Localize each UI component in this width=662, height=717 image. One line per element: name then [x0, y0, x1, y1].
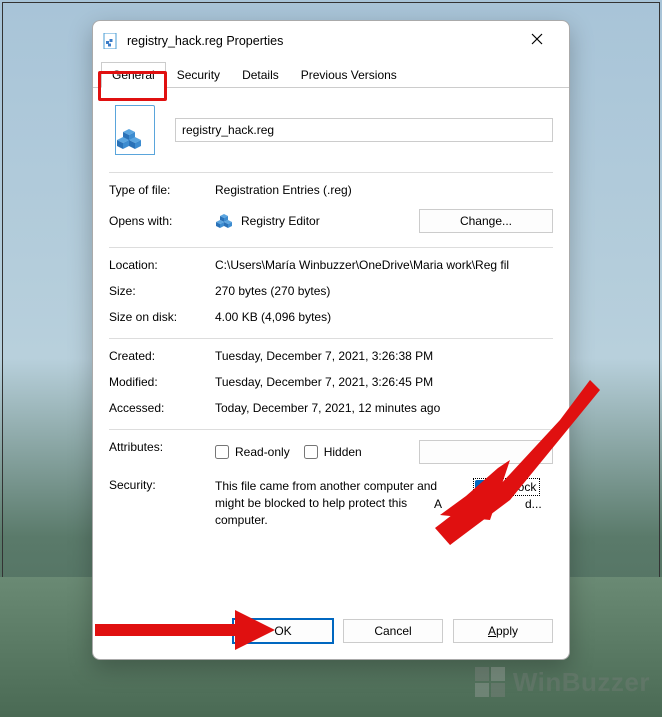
location-label: Location:: [109, 258, 209, 272]
security-text: This file came from another computer and…: [215, 478, 445, 528]
location-value: C:\Users\María Winbuzzer\OneDrive\Maria …: [215, 258, 553, 272]
watermark: WinBuzzer: [473, 665, 650, 699]
size-on-disk-value: 4.00 KB (4,096 bytes): [215, 310, 553, 324]
size-label: Size:: [109, 284, 209, 298]
accessed-value: Today, December 7, 2021, 12 minutes ago: [215, 401, 553, 415]
filename-input[interactable]: registry_hack.reg: [175, 118, 553, 142]
window-title: registry_hack.reg Properties: [127, 34, 515, 48]
properties-dialog: registry_hack.reg Properties General Sec…: [92, 20, 570, 660]
size-on-disk-label: Size on disk:: [109, 310, 209, 324]
readonly-label: Read-only: [235, 445, 290, 459]
tab-strip: General Security Details Previous Versio…: [93, 61, 569, 88]
hidden-label: Hidden: [324, 445, 362, 459]
created-label: Created:: [109, 349, 209, 363]
close-icon: [531, 33, 543, 45]
tab-general[interactable]: General: [101, 62, 166, 88]
hidden-input[interactable]: [304, 445, 318, 459]
modified-label: Modified:: [109, 375, 209, 389]
button-bar: OK Cancel Apply: [93, 607, 569, 659]
titlebar: registry_hack.reg Properties: [93, 21, 569, 59]
cancel-button[interactable]: Cancel: [343, 619, 443, 643]
unblock-checkbox[interactable]: Unblock: [473, 478, 540, 496]
opens-with-label: Opens with:: [109, 214, 209, 228]
modified-value: Tuesday, December 7, 2021, 3:26:45 PM: [215, 375, 553, 389]
apply-button[interactable]: Apply: [453, 619, 553, 643]
registry-editor-icon: [215, 212, 233, 230]
type-of-file-value: Registration Entries (.reg): [215, 183, 553, 197]
tab-previous-versions[interactable]: Previous Versions: [290, 62, 408, 88]
unblock-label: Unblock: [493, 480, 536, 494]
accessed-label: Accessed:: [109, 401, 209, 415]
reg-file-icon: [103, 33, 119, 49]
size-value: 270 bytes (270 bytes): [215, 284, 553, 298]
watermark-icon: [473, 665, 507, 699]
hidden-checkbox[interactable]: Hidden: [304, 445, 362, 459]
unblock-input[interactable]: [475, 480, 489, 494]
readonly-checkbox[interactable]: Read-only: [215, 445, 290, 459]
attributes-label: Attributes:: [109, 440, 209, 454]
advanced-button[interactable]: A: [419, 440, 553, 464]
tab-security[interactable]: Security: [166, 62, 231, 88]
tab-details[interactable]: Details: [231, 62, 290, 88]
opens-with-value: Registry Editor: [241, 214, 320, 228]
ok-button[interactable]: OK: [233, 619, 333, 643]
change-button[interactable]: Change...: [419, 209, 553, 233]
type-of-file-label: Type of file:: [109, 183, 209, 197]
file-type-icon: [113, 102, 157, 158]
created-value: Tuesday, December 7, 2021, 3:26:38 PM: [215, 349, 553, 363]
close-button[interactable]: [515, 25, 559, 53]
security-label: Security:: [109, 478, 209, 492]
readonly-input[interactable]: [215, 445, 229, 459]
